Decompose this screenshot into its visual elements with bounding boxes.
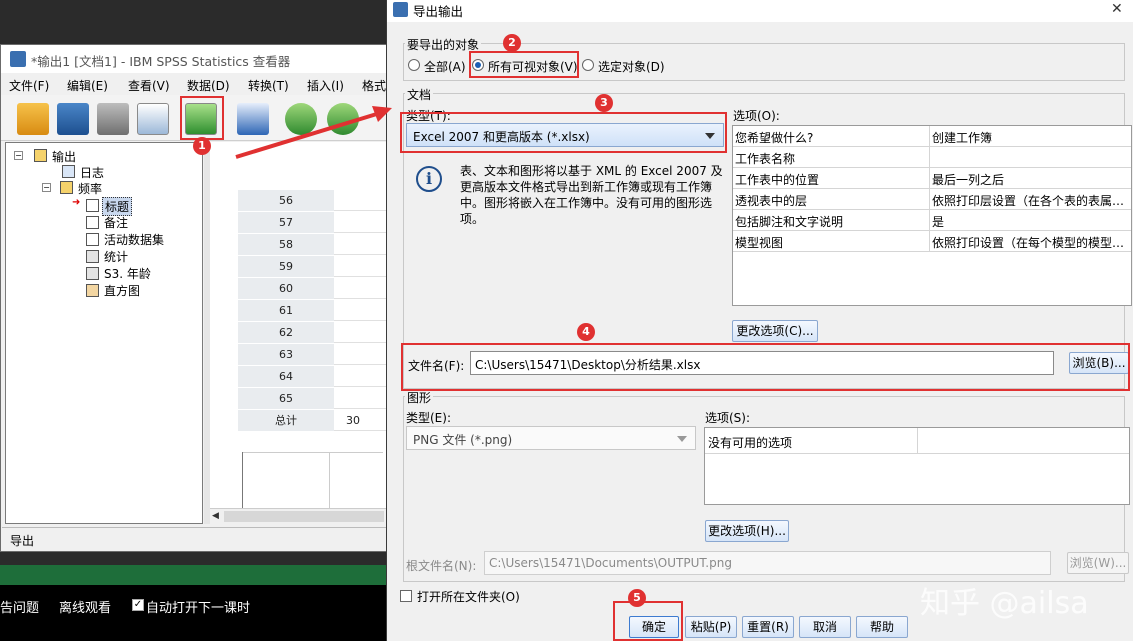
annotation-badge-5: 5 [628, 589, 646, 607]
annotation-badge-3: 3 [595, 94, 613, 112]
annotation-box-ok [613, 601, 683, 641]
annotation-box-filename [401, 343, 1130, 391]
annotation-arrow [235, 106, 392, 159]
annotation-badge-2: 2 [503, 34, 521, 52]
annotation-box-visible [469, 51, 579, 78]
annotation-box-type [400, 112, 727, 153]
watermark: 知乎 @ailsa [920, 586, 1089, 621]
annotation-badge-4: 4 [577, 323, 595, 341]
